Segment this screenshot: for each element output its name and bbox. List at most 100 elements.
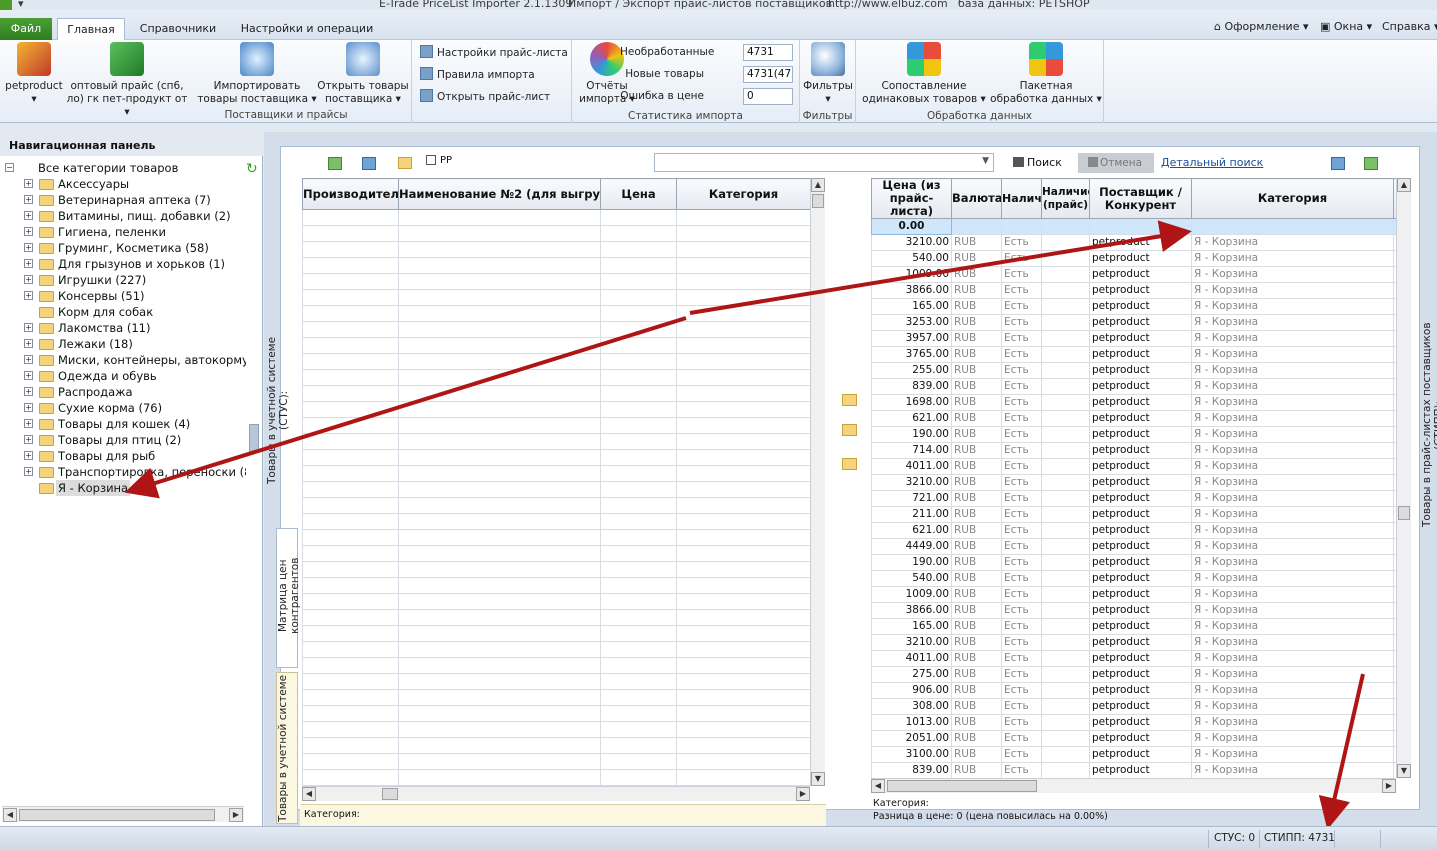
expand-icon[interactable]: +	[24, 195, 33, 204]
open-pricelist-button[interactable]: Открыть прайс-лист	[420, 89, 550, 105]
table-cell[interactable]	[302, 545, 399, 562]
table-cell[interactable]	[600, 369, 677, 386]
table-row[interactable]: 721.00 RUB Есть petproduct Я - Корзина	[871, 490, 1396, 507]
table-row[interactable]: 621.00 RUB Есть petproduct Я - Корзина	[871, 522, 1396, 539]
table-cell[interactable]: petproduct	[1089, 314, 1192, 331]
table-row[interactable]	[302, 321, 810, 338]
table-row[interactable]: 3866.00 RUB Есть petproduct Я - Корзина	[871, 282, 1396, 299]
table-row[interactable]: 4449.00 RUB Есть petproduct Я - Корзина	[871, 538, 1396, 555]
table-cell[interactable]	[398, 705, 601, 722]
tree-item[interactable]: + Одежда и обувь	[0, 368, 246, 384]
table-cell[interactable]: petproduct	[1089, 458, 1192, 475]
table-cell[interactable]	[600, 241, 677, 258]
table-row[interactable]: 540.00 RUB Есть petproduct Я - Корзина	[871, 250, 1396, 267]
table-cell[interactable]: Есть	[1001, 266, 1042, 283]
table-cell[interactable]	[676, 769, 810, 786]
table-cell[interactable]: RUB	[951, 234, 1002, 251]
table-cell[interactable]: 3210.00	[871, 474, 952, 491]
table-cell[interactable]	[398, 497, 601, 514]
table-cell[interactable]	[1041, 250, 1090, 267]
table-cell[interactable]	[302, 753, 399, 770]
tree-item[interactable]: Корм для собак	[0, 304, 246, 320]
table-cell[interactable]	[676, 657, 810, 674]
col-price[interactable]: Цена	[600, 178, 677, 210]
table-cell[interactable]	[1041, 586, 1090, 603]
table-cell[interactable]	[302, 609, 399, 626]
collapse-icon[interactable]: −	[5, 163, 14, 172]
table-row[interactable]: 165.00 RUB Есть petproduct Я - Корзина	[871, 618, 1396, 635]
table-cell[interactable]: Есть	[1001, 330, 1042, 347]
table-row[interactable]: 906.00 RUB Есть petproduct Я - Корзина	[871, 682, 1396, 699]
table-cell[interactable]: petproduct	[1089, 698, 1192, 715]
table-cell[interactable]: RUB	[951, 250, 1002, 267]
table-cell[interactable]	[302, 385, 399, 402]
table-cell[interactable]: petproduct	[1089, 250, 1192, 267]
table-cell[interactable]: 4449.00	[871, 538, 952, 555]
cancel-button[interactable]: Отмена	[1078, 153, 1154, 173]
expand-icon[interactable]: +	[24, 179, 33, 188]
table-cell[interactable]: Есть	[1001, 474, 1042, 491]
table-cell[interactable]: 3957.00	[871, 330, 952, 347]
table-cell[interactable]	[1041, 762, 1090, 778]
table-cell[interactable]	[302, 433, 399, 450]
table-cell[interactable]	[1041, 426, 1090, 443]
table-cell[interactable]: petproduct	[1089, 634, 1192, 651]
table-cell[interactable]: 275.00	[871, 666, 952, 683]
scroll-right-icon[interactable]: ▶	[796, 787, 810, 801]
table-cell[interactable]	[302, 625, 399, 642]
table-cell[interactable]	[302, 257, 399, 274]
table-cell[interactable]	[600, 641, 677, 658]
table-cell[interactable]: RUB	[951, 602, 1002, 619]
table-cell[interactable]: 3210.00	[871, 234, 952, 251]
table-cell[interactable]: petproduct	[1089, 442, 1192, 459]
table-cell[interactable]: Есть	[1001, 426, 1042, 443]
table-cell[interactable]: RUB	[951, 586, 1002, 603]
table-row[interactable]	[302, 225, 810, 242]
table-row[interactable]	[302, 513, 810, 530]
table-cell[interactable]	[600, 513, 677, 530]
table-cell[interactable]	[676, 577, 810, 594]
table-cell[interactable]: Я - Корзина	[1191, 522, 1394, 539]
search-combobox[interactable]: ▼	[654, 153, 994, 172]
expand-icon[interactable]: +	[24, 259, 33, 268]
table-cell[interactable]	[1041, 538, 1090, 555]
table-cell[interactable]: RUB	[951, 266, 1002, 283]
expand-icon[interactable]: +	[24, 435, 33, 444]
table-cell[interactable]	[600, 337, 677, 354]
left-hscroll-thumb[interactable]	[382, 788, 398, 800]
table-cell[interactable]: petproduct	[1089, 330, 1192, 347]
table-cell[interactable]	[1041, 362, 1090, 379]
table-cell[interactable]	[302, 369, 399, 386]
table-cell[interactable]	[302, 209, 399, 226]
table-cell[interactable]	[302, 449, 399, 466]
table-cell[interactable]: petproduct	[1089, 714, 1192, 731]
table-cell[interactable]: 3253.00	[871, 314, 952, 331]
table-cell[interactable]: Я - Корзина	[1191, 538, 1394, 555]
table-cell[interactable]	[600, 609, 677, 626]
table-cell[interactable]: petproduct	[1089, 586, 1192, 603]
table-cell[interactable]: RUB	[951, 634, 1002, 651]
table-cell[interactable]: RUB	[951, 410, 1002, 427]
table-cell[interactable]: petproduct	[1089, 554, 1192, 571]
tab-stus-vertical[interactable]: Товары в учетной системе (СТУС):	[266, 320, 290, 500]
table-cell[interactable]	[302, 737, 399, 754]
table-cell[interactable]	[1041, 650, 1090, 667]
table-cell[interactable]	[676, 545, 810, 562]
petproduct-button[interactable]: petproduct ▾	[2, 42, 66, 106]
table-row[interactable]: 190.00 RUB Есть petproduct Я - Корзина	[871, 426, 1396, 443]
table-cell[interactable]	[1041, 330, 1090, 347]
table-cell[interactable]: 308.00	[871, 698, 952, 715]
table-cell[interactable]: Я - Корзина	[1191, 618, 1394, 635]
table-cell[interactable]: Я - Корзина	[1191, 634, 1394, 651]
table-cell[interactable]	[398, 241, 601, 258]
table-cell[interactable]	[302, 241, 399, 258]
scroll-down-icon[interactable]: ▼	[811, 772, 825, 786]
table-cell[interactable]	[398, 321, 601, 338]
tree-item[interactable]: + Для грызунов и хорьков (1)	[0, 256, 246, 272]
expand-icon[interactable]: +	[24, 291, 33, 300]
table-row[interactable]	[302, 273, 810, 290]
table-cell[interactable]	[676, 465, 810, 482]
table-cell[interactable]: Я - Корзина	[1191, 298, 1394, 315]
col-stock-pricelist[interactable]: Наличие (прайс)	[1041, 178, 1090, 219]
table-cell[interactable]	[398, 545, 601, 562]
